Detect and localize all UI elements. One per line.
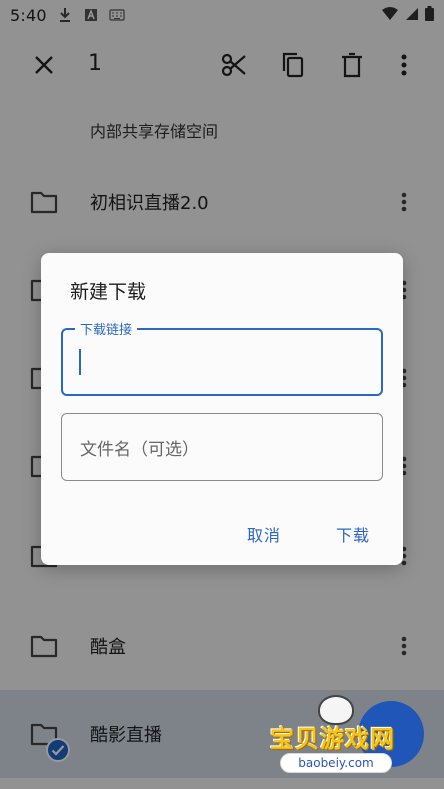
dialog-title: 新建下载 xyxy=(70,281,147,303)
filename-placeholder: 文件名（可选） xyxy=(80,439,199,460)
new-download-dialog: 新建下载 下载链接 文件名（可选） 取消 下载 xyxy=(41,253,403,565)
download-button[interactable]: 下载 xyxy=(336,522,370,546)
cancel-button[interactable]: 取消 xyxy=(247,522,281,546)
site-watermark: 宝贝游戏网 baobeiy.com xyxy=(268,695,444,789)
watermark-text: 宝贝游戏网 xyxy=(270,725,395,753)
watermark-url: baobeiy.com xyxy=(280,753,392,773)
filename-input[interactable]: 文件名（可选） xyxy=(61,413,383,481)
text-caret xyxy=(79,349,81,375)
download-url-label: 下载链接 xyxy=(75,319,138,338)
download-url-input[interactable] xyxy=(61,328,383,396)
